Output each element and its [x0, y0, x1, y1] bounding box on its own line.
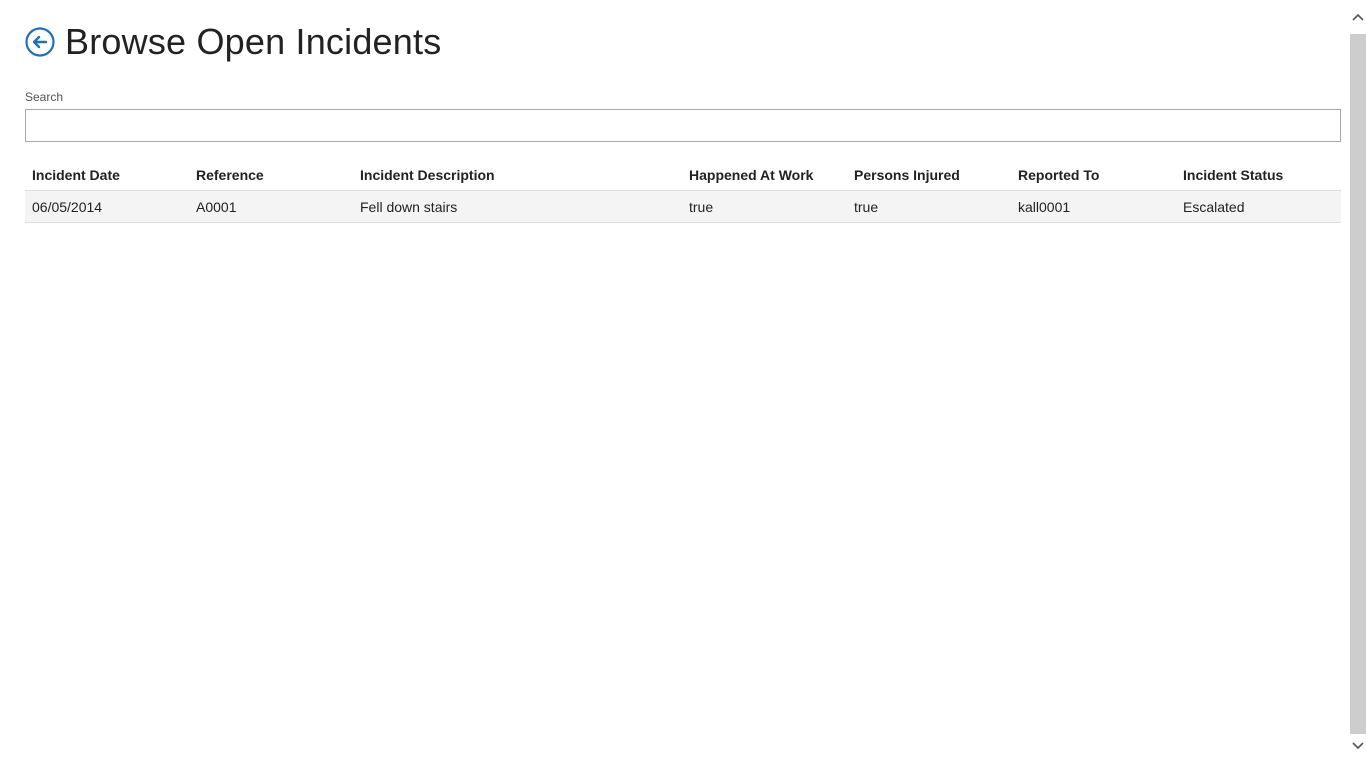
back-button[interactable] [25, 27, 55, 57]
cell-incident-date: 06/05/2014 [25, 190, 189, 223]
cell-reported-to: kall0001 [1011, 190, 1176, 223]
column-header-persons-injured[interactable]: Persons Injured [847, 160, 1011, 191]
cell-incident-status: Escalated [1176, 190, 1341, 223]
vertical-scrollbar[interactable] [1349, 0, 1366, 768]
incidents-page: Browse Open Incidents Search Incident Da… [0, 0, 1349, 768]
column-header-incident-date[interactable]: Incident Date [25, 160, 189, 191]
cell-happened-at-work: true [682, 190, 847, 223]
back-arrow-icon [25, 27, 55, 57]
column-header-reference[interactable]: Reference [189, 160, 353, 191]
cell-persons-injured: true [847, 190, 1011, 223]
chevron-down-icon [1351, 741, 1364, 749]
scroll-down-button[interactable] [1349, 737, 1366, 754]
column-header-reported-to[interactable]: Reported To [1011, 160, 1176, 191]
scroll-up-button[interactable] [1349, 8, 1366, 25]
search-label: Search [25, 90, 64, 104]
scrollbar-thumb[interactable] [1350, 34, 1366, 734]
column-header-incident-description[interactable]: Incident Description [353, 160, 682, 191]
page-header: Browse Open Incidents [25, 22, 441, 62]
chevron-up-icon [1351, 13, 1364, 21]
cell-incident-description: Fell down stairs [353, 190, 682, 223]
table-row[interactable]: 06/05/2014 A0001 Fell down stairs true t… [25, 190, 1341, 223]
cell-reference: A0001 [189, 190, 353, 223]
search-input[interactable] [25, 109, 1341, 142]
column-header-incident-status[interactable]: Incident Status [1176, 160, 1341, 191]
page-title: Browse Open Incidents [65, 21, 442, 62]
incidents-table: Incident Date Reference Incident Descrip… [25, 160, 1341, 223]
table-header-row: Incident Date Reference Incident Descrip… [25, 160, 1341, 191]
column-header-happened-at-work[interactable]: Happened At Work [682, 160, 847, 191]
